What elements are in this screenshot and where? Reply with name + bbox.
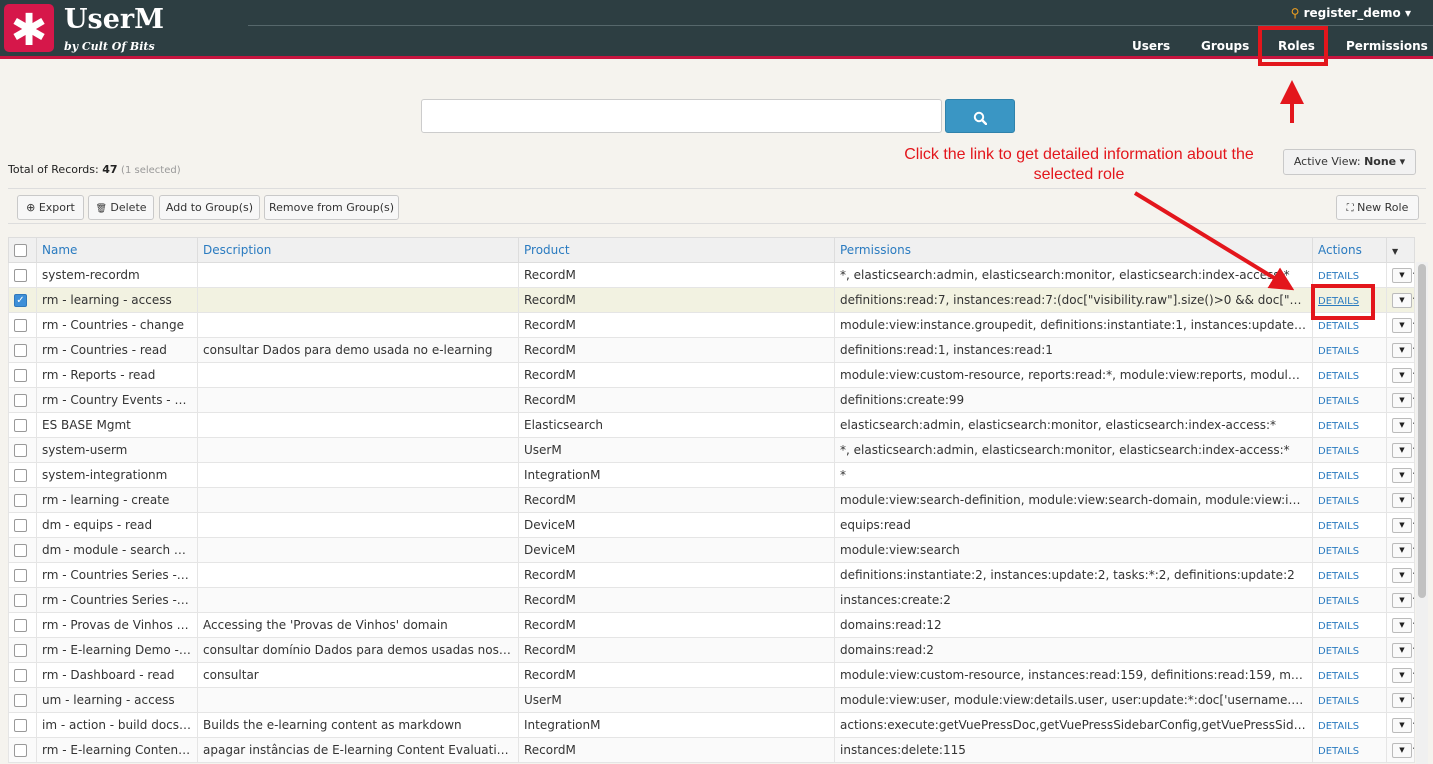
- annotation-arrows: [1133, 80, 1304, 291]
- arrow-to-details: [1133, 191, 1295, 291]
